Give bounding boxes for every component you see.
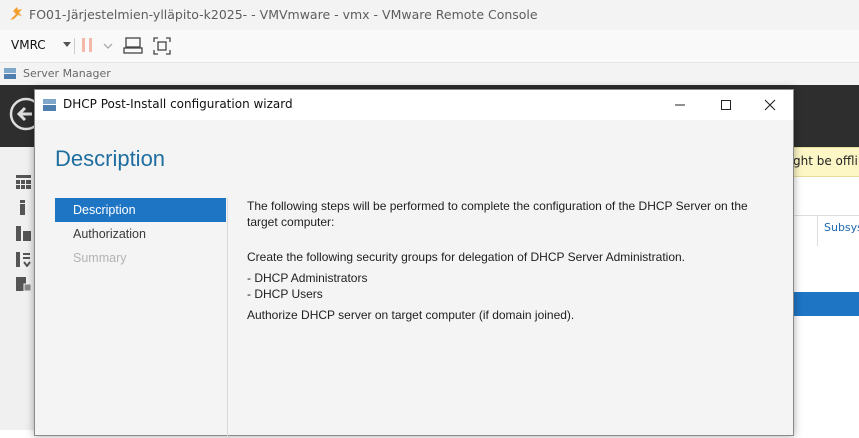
vmware-app-icon — [10, 7, 22, 20]
fullscreen-icon[interactable] — [153, 37, 171, 55]
maximize-button[interactable] — [703, 90, 749, 120]
group-item: - DHCP Users — [247, 287, 323, 301]
wizard-step-summary: Summary — [73, 251, 127, 265]
all-servers-icon[interactable] — [15, 225, 32, 241]
dialog-title: DHCP Post-Install configuration wizard — [63, 97, 293, 111]
grid-divider — [793, 215, 859, 216]
vmrc-toolbar: VMRC — [0, 30, 859, 62]
grid-column-divider — [817, 216, 818, 246]
selected-table-row[interactable] — [793, 292, 859, 316]
minimize-button[interactable] — [657, 90, 703, 120]
server-manager-sidebar — [0, 147, 34, 430]
authorize-text: Authorize DHCP server on target computer… — [247, 308, 575, 322]
minimize-icon — [675, 104, 685, 106]
dhcp-role-icon[interactable] — [15, 276, 32, 292]
vmrc-title-bar: FO01-Järjestelmien-ylläpito-k2025- - VMV… — [0, 0, 859, 30]
group-item: - DHCP Administrators — [247, 271, 368, 285]
send-ctrl-alt-del-icon[interactable] — [123, 37, 143, 55]
offline-notice-bar[interactable]: ght be offline — [793, 147, 859, 177]
local-server-icon[interactable] — [15, 199, 32, 215]
chevron-down-icon[interactable] — [63, 42, 71, 47]
pause-icon[interactable] — [80, 37, 94, 53]
column-header-subsystem[interactable]: Subsys — [824, 221, 859, 234]
dhcp-wizard-dialog: DHCP Post-Install configuration wizard D… — [34, 89, 794, 438]
wizard-step-description[interactable]: Description — [55, 198, 226, 222]
server-manager-icon — [43, 99, 56, 111]
intro-text: The following steps will be performed to… — [247, 199, 748, 229]
window-title: FO01-Järjestelmien-ylläpito-k2025- - VMV… — [29, 7, 538, 22]
maximize-icon — [721, 100, 731, 110]
dashboard-icon[interactable] — [15, 174, 32, 190]
nav-content-divider — [227, 198, 228, 438]
close-icon — [764, 99, 776, 111]
server-manager-icon — [4, 68, 16, 79]
offline-notice-text: ght be offline — [793, 154, 859, 168]
server-manager-title-bar: Server Manager — [0, 62, 859, 85]
wizard-steps-nav: Description Authorization Summary — [55, 198, 226, 270]
wizard-content: The following steps will be performed to… — [247, 198, 767, 323]
groups-intro-text: Create the following security groups for… — [247, 250, 685, 264]
vmrc-menu-button[interactable]: VMRC — [11, 38, 46, 52]
close-button[interactable] — [747, 90, 793, 120]
dialog-title-bar: DHCP Post-Install configuration wizard — [35, 90, 793, 120]
toolbar-divider — [74, 38, 75, 54]
server-manager-title: Server Manager — [23, 67, 111, 80]
wizard-step-authorization[interactable]: Authorization — [55, 222, 226, 246]
page-title: Description — [55, 146, 166, 171]
power-menu-chevron-icon[interactable] — [103, 42, 113, 50]
file-storage-icon[interactable] — [15, 251, 32, 267]
